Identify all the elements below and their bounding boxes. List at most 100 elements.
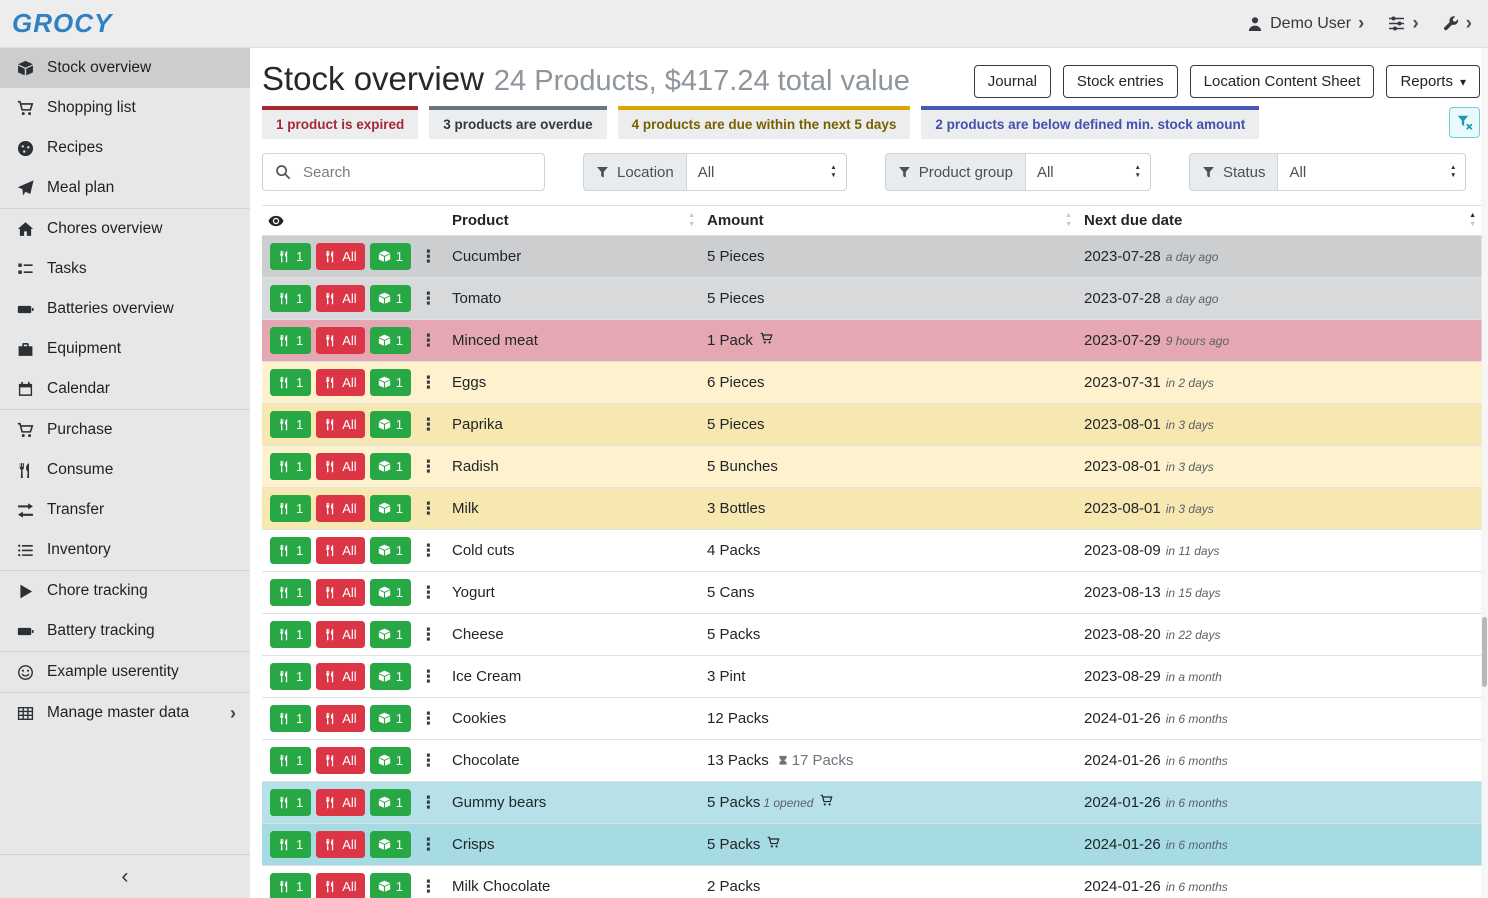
row-menu-button[interactable]: ⋮ — [416, 247, 441, 267]
row-menu-button[interactable]: ⋮ — [416, 877, 441, 897]
clear-filters-button[interactable] — [1449, 107, 1480, 138]
consume-all-button[interactable]: All — [316, 579, 364, 606]
open-one-button[interactable]: 1 — [370, 369, 411, 396]
sidebar-item-batteries-overview[interactable]: Batteries overview — [0, 289, 250, 329]
consume-all-button[interactable]: All — [316, 285, 364, 312]
scrollbar-track[interactable] — [1481, 48, 1488, 898]
sidebar-item-battery-tracking[interactable]: Battery tracking — [0, 611, 250, 651]
sidebar-item-tasks[interactable]: Tasks — [0, 249, 250, 289]
status-card-overdue[interactable]: 3 products are overdue — [429, 106, 606, 139]
open-one-button[interactable]: 1 — [370, 747, 411, 774]
scrollbar-thumb[interactable] — [1482, 617, 1487, 687]
consume-all-button[interactable]: All — [316, 537, 364, 564]
column-header-product[interactable]: Product▲▼ — [446, 206, 701, 236]
consume-one-button[interactable]: 1 — [270, 369, 311, 396]
journal-button[interactable]: Journal — [974, 65, 1051, 98]
consume-all-button[interactable]: All — [316, 369, 364, 396]
consume-one-button[interactable]: 1 — [270, 873, 311, 898]
sidebar-item-stock-overview[interactable]: Stock overview — [0, 48, 250, 88]
sidebar-item-shopping-list[interactable]: Shopping list — [0, 88, 250, 128]
row-menu-button[interactable]: ⋮ — [416, 625, 441, 645]
row-menu-button[interactable]: ⋮ — [416, 667, 441, 687]
consume-all-button[interactable]: All — [316, 705, 364, 732]
row-menu-button[interactable]: ⋮ — [416, 709, 441, 729]
open-one-button[interactable]: 1 — [370, 243, 411, 270]
sidebar-item-chores-overview[interactable]: Chores overview — [0, 209, 250, 249]
sidebar-item-manage-master-data[interactable]: Manage master data› — [0, 693, 250, 733]
consume-all-button[interactable]: All — [316, 789, 364, 816]
consume-all-button[interactable]: All — [316, 243, 364, 270]
consume-all-button[interactable]: All — [316, 411, 364, 438]
consume-one-button[interactable]: 1 — [270, 453, 311, 480]
collapse-sidebar-button[interactable]: ‹ — [0, 854, 250, 898]
consume-one-button[interactable]: 1 — [270, 327, 311, 354]
column-header-visibility[interactable] — [262, 206, 446, 236]
column-header-due-date[interactable]: Next due date▲▼ — [1078, 206, 1482, 236]
open-one-button[interactable]: 1 — [370, 453, 411, 480]
sidebar-item-consume[interactable]: Consume — [0, 450, 250, 490]
open-one-button[interactable]: 1 — [370, 327, 411, 354]
location-content-sheet-button[interactable]: Location Content Sheet — [1190, 65, 1375, 98]
open-one-button[interactable]: 1 — [370, 831, 411, 858]
open-one-button[interactable]: 1 — [370, 621, 411, 648]
column-header-amount[interactable]: Amount▲▼ — [701, 206, 1078, 236]
consume-one-button[interactable]: 1 — [270, 747, 311, 774]
status-card-due-soon[interactable]: 4 products are due within the next 5 day… — [618, 106, 911, 139]
consume-all-button[interactable]: All — [316, 453, 364, 480]
sidebar-item-purchase[interactable]: Purchase — [0, 410, 250, 450]
status-select[interactable]: All▲▼ — [1278, 153, 1466, 191]
open-one-button[interactable]: 1 — [370, 789, 411, 816]
consume-one-button[interactable]: 1 — [270, 705, 311, 732]
admin-menu[interactable]: › — [1443, 14, 1472, 33]
open-one-button[interactable]: 1 — [370, 495, 411, 522]
consume-one-button[interactable]: 1 — [270, 285, 311, 312]
open-one-button[interactable]: 1 — [370, 579, 411, 606]
row-menu-button[interactable]: ⋮ — [416, 331, 441, 351]
consume-all-button[interactable]: All — [316, 831, 364, 858]
open-one-button[interactable]: 1 — [370, 537, 411, 564]
row-menu-button[interactable]: ⋮ — [416, 835, 441, 855]
sidebar-item-equipment[interactable]: Equipment — [0, 329, 250, 369]
row-menu-button[interactable]: ⋮ — [416, 541, 441, 561]
consume-one-button[interactable]: 1 — [270, 621, 311, 648]
consume-one-button[interactable]: 1 — [270, 495, 311, 522]
sidebar-item-calendar[interactable]: Calendar — [0, 369, 250, 409]
consume-all-button[interactable]: All — [316, 327, 364, 354]
row-menu-button[interactable]: ⋮ — [416, 289, 441, 309]
consume-one-button[interactable]: 1 — [270, 789, 311, 816]
row-menu-button[interactable]: ⋮ — [416, 583, 441, 603]
row-menu-button[interactable]: ⋮ — [416, 793, 441, 813]
consume-all-button[interactable]: All — [316, 663, 364, 690]
consume-one-button[interactable]: 1 — [270, 831, 311, 858]
user-menu[interactable]: Demo User › — [1247, 14, 1364, 33]
product-group-select[interactable]: All▲▼ — [1026, 153, 1151, 191]
sidebar-item-inventory[interactable]: Inventory — [0, 530, 250, 570]
open-one-button[interactable]: 1 — [370, 411, 411, 438]
location-select[interactable]: All▲▼ — [687, 153, 847, 191]
consume-one-button[interactable]: 1 — [270, 537, 311, 564]
row-menu-button[interactable]: ⋮ — [416, 373, 441, 393]
consume-one-button[interactable]: 1 — [270, 579, 311, 606]
sidebar-item-meal-plan[interactable]: Meal plan — [0, 168, 250, 208]
sidebar-item-chore-tracking[interactable]: Chore tracking — [0, 571, 250, 611]
settings-menu[interactable]: › — [1388, 14, 1418, 33]
stock-entries-button[interactable]: Stock entries — [1063, 65, 1178, 98]
consume-all-button[interactable]: All — [316, 495, 364, 522]
consume-all-button[interactable]: All — [316, 873, 364, 898]
sidebar-item-transfer[interactable]: Transfer — [0, 490, 250, 530]
sidebar-item-recipes[interactable]: Recipes — [0, 128, 250, 168]
consume-one-button[interactable]: 1 — [270, 411, 311, 438]
consume-one-button[interactable]: 1 — [270, 243, 311, 270]
open-one-button[interactable]: 1 — [370, 705, 411, 732]
consume-one-button[interactable]: 1 — [270, 663, 311, 690]
sidebar-item-example-userentity[interactable]: Example userentity — [0, 652, 250, 692]
row-menu-button[interactable]: ⋮ — [416, 457, 441, 477]
consume-all-button[interactable]: All — [316, 747, 364, 774]
consume-all-button[interactable]: All — [316, 621, 364, 648]
open-one-button[interactable]: 1 — [370, 873, 411, 898]
app-logo[interactable]: GROCY — [12, 8, 112, 39]
status-card-below-min[interactable]: 2 products are below defined min. stock … — [921, 106, 1259, 139]
row-menu-button[interactable]: ⋮ — [416, 499, 441, 519]
search-input[interactable] — [303, 154, 544, 190]
open-one-button[interactable]: 1 — [370, 663, 411, 690]
